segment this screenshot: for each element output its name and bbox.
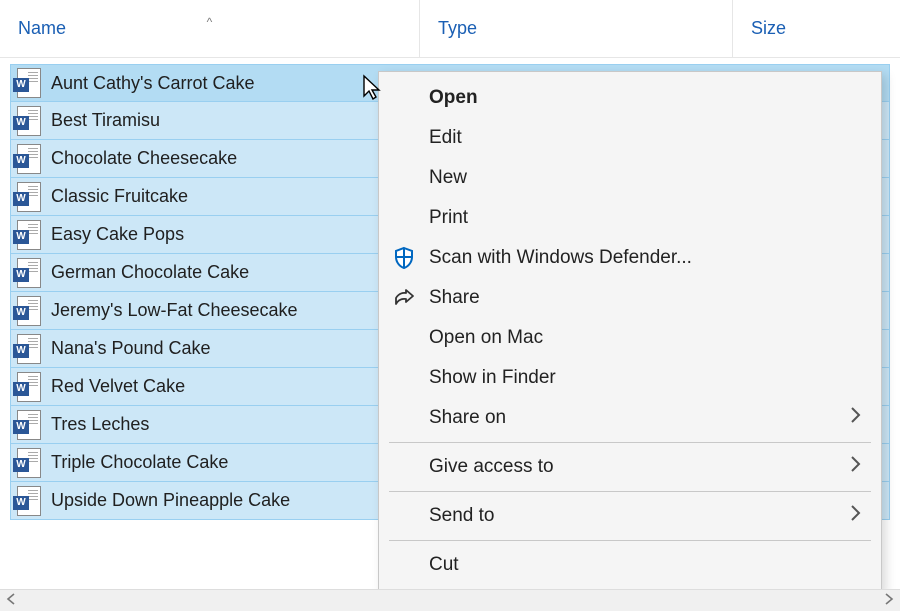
file-name-label: Chocolate Cheesecake xyxy=(51,148,237,169)
word-document-icon: W xyxy=(17,334,41,364)
word-document-icon: W xyxy=(17,372,41,402)
share-arrow-icon xyxy=(389,283,419,313)
menu-new[interactable]: New xyxy=(379,158,881,198)
word-document-icon: W xyxy=(17,144,41,174)
menu-print[interactable]: Print xyxy=(379,198,881,238)
scroll-right-icon[interactable] xyxy=(878,593,900,608)
column-header: ^ Name Type Size xyxy=(0,0,900,58)
shield-icon xyxy=(389,243,419,273)
sort-indicator-icon: ^ xyxy=(207,15,213,29)
word-document-icon: W xyxy=(17,106,41,136)
menu-cut-label: Cut xyxy=(429,554,459,576)
menu-open[interactable]: Open xyxy=(379,78,881,118)
file-name-label: German Chocolate Cake xyxy=(51,262,249,283)
menu-open-mac-label: Open on Mac xyxy=(429,327,543,349)
menu-give-access-label: Give access to xyxy=(429,456,554,478)
menu-share[interactable]: Share xyxy=(379,278,881,318)
file-name-label: Tres Leches xyxy=(51,414,149,435)
menu-separator xyxy=(389,442,871,443)
menu-share-on[interactable]: Share on xyxy=(379,398,881,438)
column-header-name[interactable]: ^ Name xyxy=(0,18,419,39)
word-document-icon: W xyxy=(17,448,41,478)
menu-open-label: Open xyxy=(429,87,478,109)
menu-open-mac[interactable]: Open on Mac xyxy=(379,318,881,358)
column-name-label: Name xyxy=(18,18,66,38)
file-name-label: Best Tiramisu xyxy=(51,110,160,131)
menu-send-to-label: Send to xyxy=(429,505,495,527)
chevron-right-icon xyxy=(849,405,863,431)
word-document-icon: W xyxy=(17,220,41,250)
column-header-type[interactable]: Type xyxy=(419,0,732,57)
menu-scan-defender[interactable]: Scan with Windows Defender... xyxy=(379,238,881,278)
word-document-icon: W xyxy=(17,486,41,516)
file-name-label: Classic Fruitcake xyxy=(51,186,188,207)
column-size-label: Size xyxy=(751,18,786,39)
menu-new-label: New xyxy=(429,167,467,189)
horizontal-scrollbar[interactable] xyxy=(0,589,900,611)
column-header-size[interactable]: Size xyxy=(732,0,900,57)
word-document-icon: W xyxy=(17,296,41,326)
menu-edit[interactable]: Edit xyxy=(379,118,881,158)
menu-send-to[interactable]: Send to xyxy=(379,496,881,536)
chevron-right-icon xyxy=(849,503,863,529)
menu-share-on-label: Share on xyxy=(429,407,506,429)
file-name-label: Easy Cake Pops xyxy=(51,224,184,245)
word-document-icon: W xyxy=(17,68,41,98)
context-menu: Open Edit New Print Scan with Windows De… xyxy=(378,71,882,592)
menu-separator xyxy=(389,540,871,541)
file-name-label: Jeremy's Low-Fat Cheesecake xyxy=(51,300,298,321)
menu-separator xyxy=(389,491,871,492)
file-name-label: Nana's Pound Cake xyxy=(51,338,211,359)
file-name-label: Upside Down Pineapple Cake xyxy=(51,490,290,511)
file-name-label: Triple Chocolate Cake xyxy=(51,452,228,473)
menu-cut[interactable]: Cut xyxy=(379,545,881,585)
menu-show-finder[interactable]: Show in Finder xyxy=(379,358,881,398)
chevron-right-icon xyxy=(849,454,863,480)
menu-print-label: Print xyxy=(429,207,468,229)
file-name-label: Red Velvet Cake xyxy=(51,376,185,397)
column-type-label: Type xyxy=(438,18,477,39)
scroll-left-icon[interactable] xyxy=(0,593,22,608)
word-document-icon: W xyxy=(17,410,41,440)
menu-give-access[interactable]: Give access to xyxy=(379,447,881,487)
menu-share-label: Share xyxy=(429,287,480,309)
menu-scan-label: Scan with Windows Defender... xyxy=(429,247,692,269)
menu-edit-label: Edit xyxy=(429,127,462,149)
menu-show-finder-label: Show in Finder xyxy=(429,367,556,389)
file-name-label: Aunt Cathy's Carrot Cake xyxy=(51,73,255,94)
word-document-icon: W xyxy=(17,182,41,212)
word-document-icon: W xyxy=(17,258,41,288)
